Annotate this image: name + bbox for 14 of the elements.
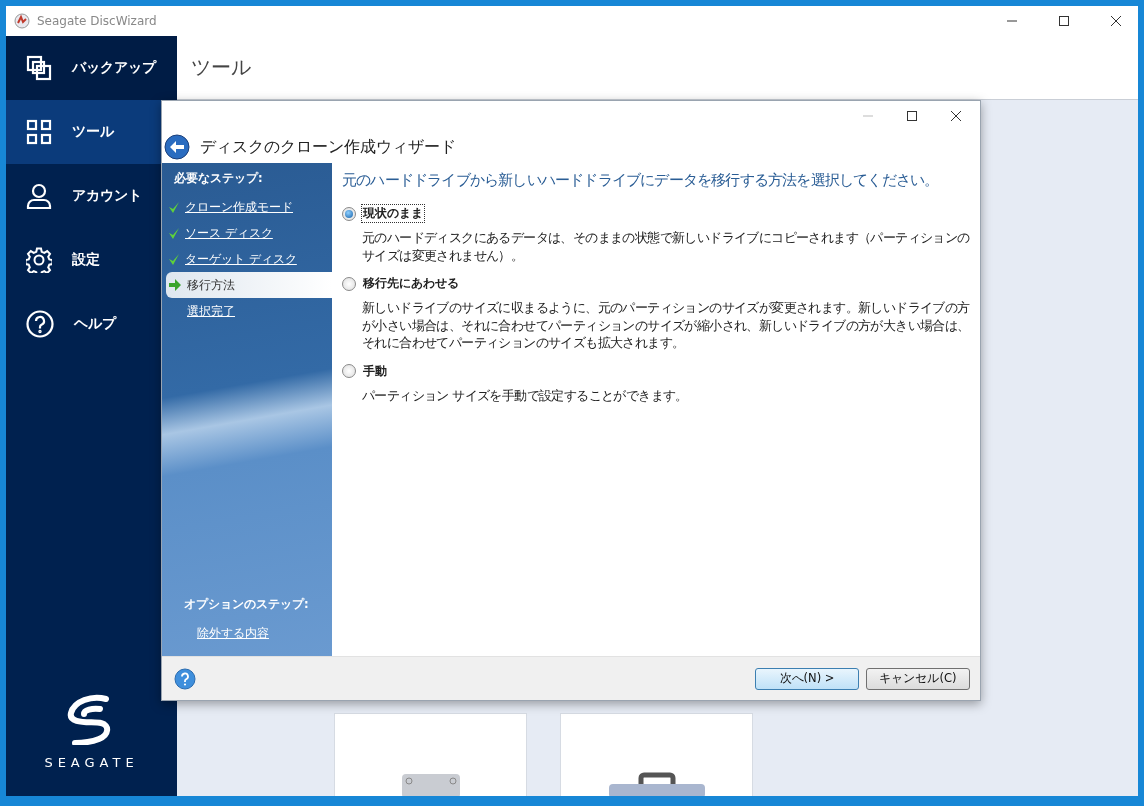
logo-text: SEAGATE — [44, 755, 139, 770]
option-label: 手動 — [362, 362, 388, 380]
option-label: 移行先にあわせる — [362, 275, 460, 292]
option-description: 新しいドライブのサイズに収まるように、元のパーティションのサイズが変更されます。新しいドライブの方が小さい場合は、それに合わせてパーティションのサイズが縮小され、新しいドライブの方が大きい場合は、それに合わせてパーティションのサイズも拡大されます。 — [361, 299, 971, 352]
steps-heading: 必要なステップ: — [173, 171, 264, 187]
option-description: パーティション サイズを手動で設定することができます。 — [361, 386, 689, 404]
current-step: 移行方法 — [187, 276, 235, 294]
option-label: 現状のまま — [361, 204, 425, 223]
wizard-title: ディスクのクローン作成ウィザード — [200, 136, 456, 158]
question-text: 元のハードドライブから新しいハードドライブにデータを移行する方法を選択してください。 — [342, 171, 940, 190]
window-title: Seagate DiscWizard — [37, 14, 158, 28]
page-title: ツール — [191, 54, 251, 81]
option-description: 元のハードディスクにあるデータは、そのままの状態で新しいドライブにコピーされます（パーティションのサイズは変更されません）。 — [361, 229, 971, 264]
steps-heading: オプションのステップ: — [183, 597, 310, 613]
